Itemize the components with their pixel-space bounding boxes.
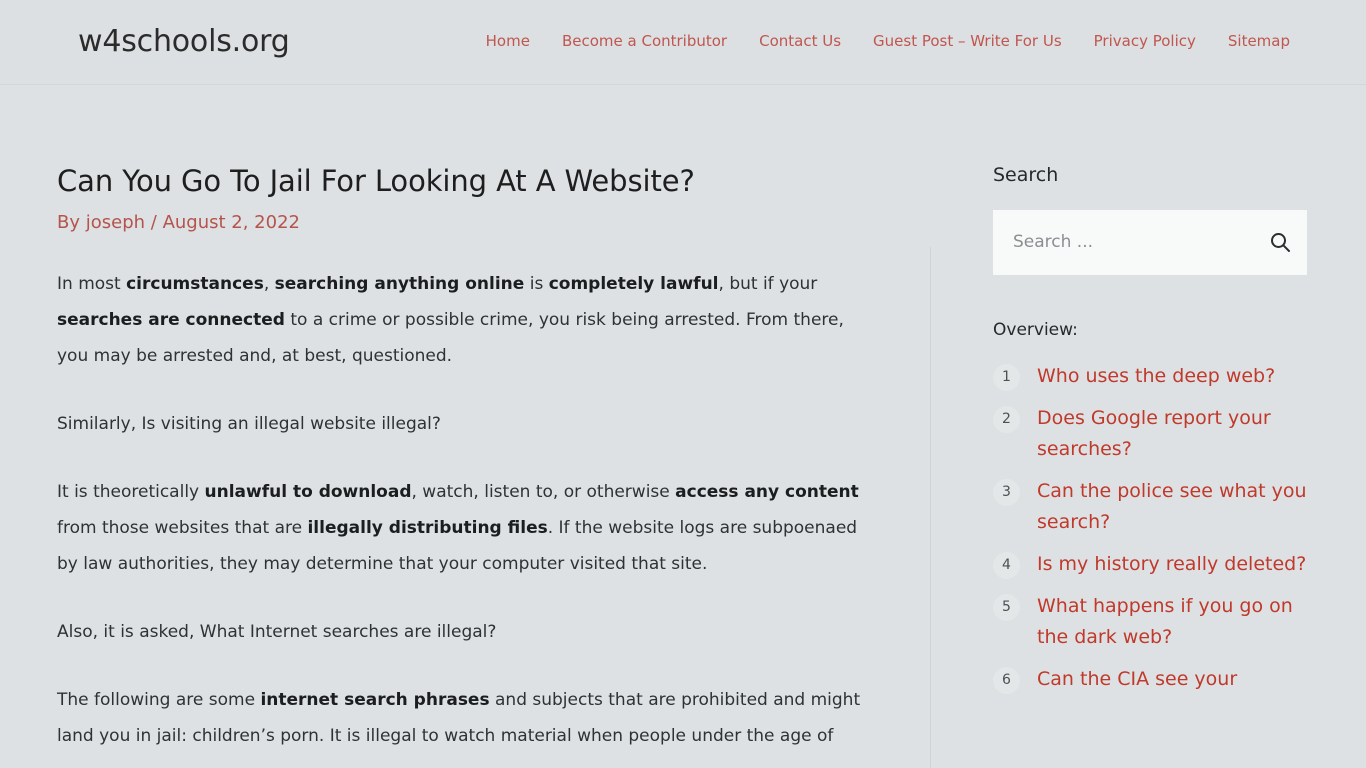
nav-item-guest-post[interactable]: Guest Post – Write For Us xyxy=(857,31,1078,51)
overview-list-item[interactable]: 4 Is my history really deleted? xyxy=(993,549,1307,580)
article-paragraph: The following are some internet search p… xyxy=(57,682,875,754)
overview-list-item[interactable]: 1 Who uses the deep web? xyxy=(993,361,1307,392)
emphasis-text: illegally distributing files xyxy=(307,517,548,538)
article-author-link[interactable]: joseph xyxy=(86,212,145,233)
overview-item-link[interactable]: Can the CIA see your xyxy=(1037,664,1237,695)
body-text: , but if your xyxy=(718,273,818,294)
emphasis-text: completely lawful xyxy=(548,273,719,294)
article-date: August 2, 2022 xyxy=(162,212,300,234)
overview-list-item[interactable]: 6 Can the CIA see your xyxy=(993,664,1307,695)
article-byline: By joseph / August 2, 2022 xyxy=(57,211,875,234)
emphasis-text: circumstances xyxy=(126,273,264,294)
article-paragraph: In most circumstances, searching anythin… xyxy=(57,266,875,374)
article-body: In most circumstances, searching anythin… xyxy=(57,266,875,754)
overview-item-number: 1 xyxy=(993,363,1020,391)
page-title: Can You Go To Jail For Looking At A Webs… xyxy=(57,164,695,198)
main-navigation: Home Become a Contributor Contact Us Gue… xyxy=(470,31,1306,51)
body-text: In most xyxy=(57,273,127,294)
search-submit-button[interactable] xyxy=(1253,210,1307,275)
overview-item-link[interactable]: Who uses the deep web? xyxy=(1037,361,1275,392)
emphasis-text: searches are connected xyxy=(57,309,285,330)
overview-title: Overview: xyxy=(993,319,1078,340)
overview-item-number: 6 xyxy=(993,666,1020,694)
article-column: Can You Go To Jail For Looking At A Webs… xyxy=(57,163,875,754)
column-divider xyxy=(930,247,931,768)
nav-item-contact-us[interactable]: Contact Us xyxy=(743,31,857,51)
article-paragraph: Similarly, Is visiting an illegal websit… xyxy=(57,406,875,442)
body-text: from those websites that are xyxy=(57,517,308,538)
nav-item-sitemap[interactable]: Sitemap xyxy=(1212,31,1306,51)
site-logo[interactable]: w4schools.org xyxy=(78,24,290,60)
body-text: is xyxy=(524,273,549,294)
article-paragraph: It is theoretically unlawful to download… xyxy=(57,474,875,582)
emphasis-text: internet search phrases xyxy=(260,689,490,710)
sidebar: Search Overview: 1 Who uses the deep web?… xyxy=(993,163,1307,706)
emphasis-text: searching anything online xyxy=(274,273,525,294)
overview-item-link[interactable]: What happens if you go on the dark web? xyxy=(1037,591,1307,653)
search-form xyxy=(993,209,1307,275)
overview-list-item[interactable]: 5 What happens if you go on the dark web? xyxy=(993,591,1307,653)
overview-item-link[interactable]: Is my history really deleted? xyxy=(1037,549,1306,580)
byline-separator: / xyxy=(145,212,163,234)
article-paragraph: Also, it is asked, What Internet searche… xyxy=(57,614,875,650)
search-icon xyxy=(1269,231,1291,253)
site-header: w4schools.org Home Become a Contributor … xyxy=(0,0,1366,85)
overview-list: 1 Who uses the deep web? 2 Does Google repo… xyxy=(993,361,1307,695)
nav-item-privacy-policy[interactable]: Privacy Policy xyxy=(1078,31,1212,51)
body-text: , watch, listen to, or otherwise xyxy=(411,481,676,502)
body-text: Also, it is asked, What Internet searche… xyxy=(57,621,497,642)
overview-item-link[interactable]: Does Google report your searches? xyxy=(1037,403,1307,465)
overview-item-number: 4 xyxy=(993,551,1020,579)
overview-item-number: 3 xyxy=(993,478,1020,506)
body-text: Similarly, Is visiting an illegal websit… xyxy=(57,413,441,434)
nav-item-home[interactable]: Home xyxy=(470,31,546,51)
overview-item-number: 5 xyxy=(993,593,1020,621)
body-text: It is theoretically xyxy=(57,481,205,502)
overview-list-item[interactable]: 2 Does Google report your searches? xyxy=(993,403,1307,465)
overview-item-number: 2 xyxy=(993,405,1020,433)
emphasis-text: unlawful to download xyxy=(204,481,412,502)
body-text: , xyxy=(263,273,275,294)
search-input[interactable] xyxy=(993,209,1253,275)
nav-item-become-a-contributor[interactable]: Become a Contributor xyxy=(546,31,743,51)
overview-list-item[interactable]: 3 Can the police see what you search? xyxy=(993,476,1307,538)
search-widget-title: Search xyxy=(993,164,1059,186)
page-wrapper: Can You Go To Jail For Looking At A Webs… xyxy=(0,85,1366,768)
body-text: The following are some xyxy=(57,689,261,710)
emphasis-text: access any content xyxy=(675,481,859,502)
byline-prefix: By xyxy=(57,212,86,234)
overview-item-link[interactable]: Can the police see what you search? xyxy=(1037,476,1307,538)
